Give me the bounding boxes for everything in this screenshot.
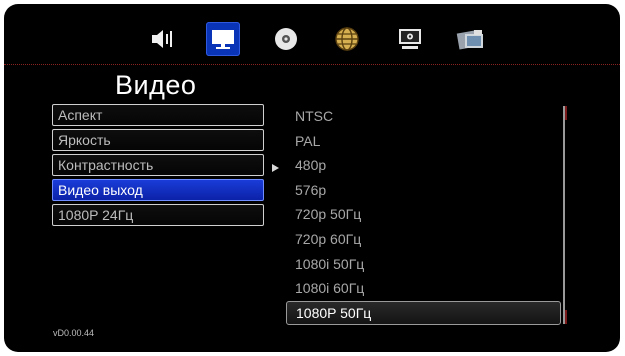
menu-item[interactable]: Аспект [52,104,264,126]
option-item[interactable]: 576p [286,178,562,203]
settings-menu: Аспект Яркость Контрастность Видео выход 108… [52,104,264,229]
monitor-icon [212,30,234,49]
tab-system[interactable] [393,22,427,56]
scrollbar-top-cap [565,106,567,120]
disc-icon [275,28,297,50]
tab-media[interactable] [454,22,488,56]
options-scrollbar[interactable] [563,106,565,324]
header-divider [4,64,620,65]
settings-tab-bar [4,18,620,66]
tab-playback[interactable] [269,22,303,56]
current-option-pointer-icon [272,164,279,172]
option-item[interactable]: NTSC [286,104,562,129]
option-item[interactable]: 1080P 50Гц [286,300,561,326]
option-item[interactable]: 480p [286,153,562,178]
tab-network[interactable] [330,22,364,56]
option-item[interactable]: 720p 50Гц [286,202,562,227]
tab-audio[interactable] [145,22,179,56]
menu-item[interactable]: 1080P 24Гц [52,204,264,226]
menu-item[interactable]: Контрастность [52,154,264,176]
option-item[interactable]: 1080i 60Гц [286,276,562,301]
tv-menu-screen: Видео Аспект Яркость Контрастность Видео вы… [4,4,620,352]
globe-icon [335,27,359,51]
scrollbar-bottom-cap [565,310,567,324]
option-item[interactable]: 1080i 50Гц [286,252,562,277]
firmware-version: vD0.00.44 [53,328,95,338]
speaker-icon [152,30,172,48]
photo-icon [456,30,483,50]
option-item[interactable]: 720p 60Гц [286,227,562,252]
computer-settings-icon [399,29,421,49]
menu-item[interactable]: Видео выход [52,179,264,201]
tab-video[interactable] [206,22,240,56]
option-item[interactable]: PAL [286,129,562,154]
page-title: Видео [115,70,197,100]
menu-item[interactable]: Яркость [52,129,264,151]
video-output-options: NTSC PAL 480p 576p 720p 50Гц 720p 60Гц 1080i 5… [286,104,562,326]
